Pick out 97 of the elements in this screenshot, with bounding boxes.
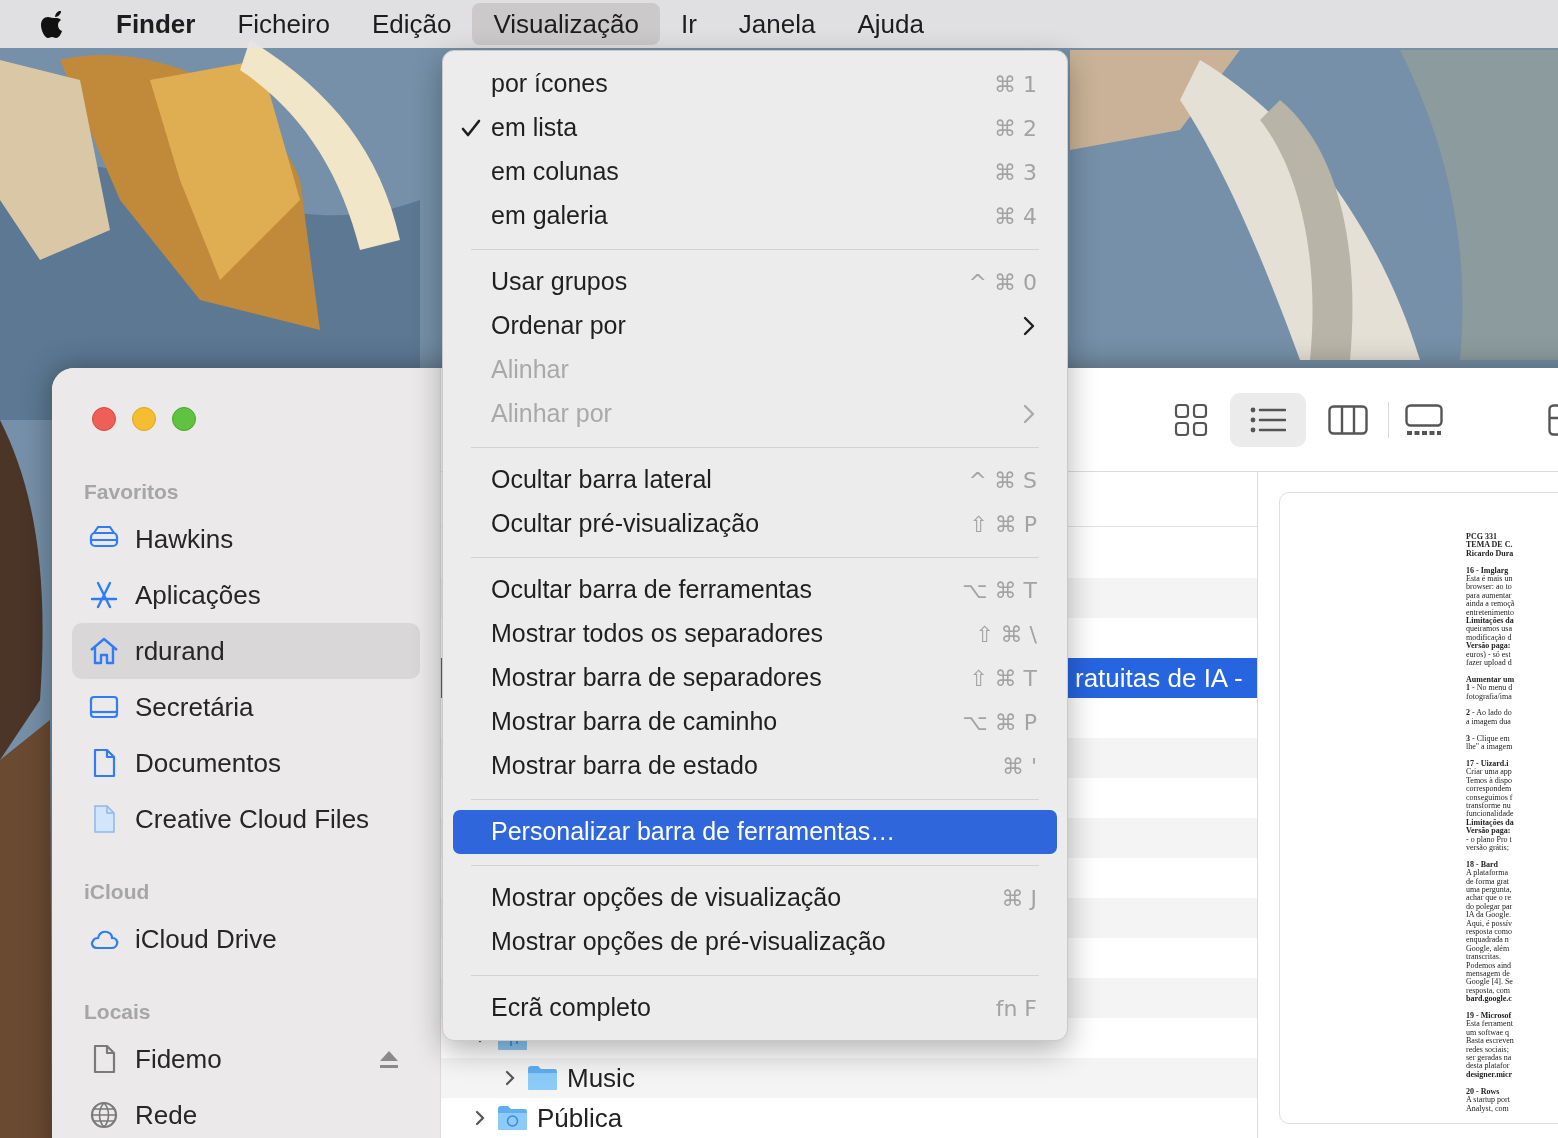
document-text-line: para aumentar — [1466, 591, 1512, 601]
document-text-line: 1 - No menu d — [1466, 684, 1513, 693]
document-text-line: correspondem — [1466, 785, 1512, 794]
document-text-line: uma pergunta, — [1466, 885, 1512, 894]
menu-item-label: Mostrar barra de estado — [491, 750, 759, 782]
menu-item-label: em lista — [491, 112, 579, 144]
document-text-line: funcionalidade — [1466, 810, 1514, 819]
menu-item-label: Mostrar barra de separadores — [491, 662, 823, 694]
section-header: Favoritos — [83, 479, 180, 505]
document-text-line: 2 - Ao lado do — [1466, 709, 1512, 718]
document-text-line: achar que o re — [1466, 894, 1512, 903]
menu-item-label: em colunas — [491, 156, 620, 188]
document-text-line: 16 - Imglarg — [1466, 566, 1509, 575]
menu-item-label: Alinhar — [491, 354, 570, 386]
document-text-line: Basta escreven — [1466, 1037, 1514, 1046]
shortcut-label: ⌘ 1 — [994, 70, 1037, 99]
document-text-line: Podemos aind — [1466, 961, 1512, 970]
document-text-line: resposta como — [1466, 928, 1512, 937]
document-text-line: - o plano Pro t — [1466, 835, 1512, 844]
shortcut-label: ⌘ 2 — [994, 114, 1037, 143]
document-text-line: ainda a remoçã — [1466, 600, 1515, 609]
document-text-line: IA da Google. — [1466, 911, 1512, 920]
document-text-line: Criar uma app — [1466, 768, 1512, 777]
menu-item-label: Mostrar todos os separadores — [491, 618, 825, 650]
document-text-line: bard.google.c — [1466, 995, 1512, 1004]
document-text-line: Limitações da — [1466, 617, 1514, 626]
menu-item-label: Alinhar por — [491, 398, 613, 430]
document-text-line: 19 - Microsof — [1466, 1012, 1512, 1021]
document-text-line: PCG 331 — [1466, 533, 1497, 541]
document-text-line: Versão paga: — [1466, 642, 1511, 651]
document-text-line: 18 - Bard — [1466, 860, 1498, 869]
section-header: Locais — [83, 999, 152, 1025]
document-text-line: browser: ao to — [1466, 583, 1512, 592]
document-text-line: resposta, com — [1466, 986, 1510, 996]
document-text-line: queiramos usa — [1466, 625, 1512, 634]
document-text-line: Aumentar um — [1466, 675, 1515, 684]
document-text-line: versão grátis; — [1466, 843, 1509, 853]
menu-item-label: Usar grupos — [491, 266, 629, 298]
menu-item-label: Mostrar barra de caminho — [491, 706, 779, 738]
shortcut-label: ^ ⌘ 0 — [968, 268, 1037, 297]
document-text-line: entretenimento — [1466, 608, 1514, 617]
document-text-line: Versão paga: — [1466, 827, 1511, 836]
menu-item-label: Ocultar pré-visualização — [491, 508, 761, 540]
document-text-line: Google, além — [1466, 944, 1510, 954]
document-text-line: Aqui, é possív — [1466, 919, 1512, 928]
menu-item-label: Personalizar barra de ferramentas… — [491, 816, 897, 848]
document-text-line: Analyst, com — [1466, 1104, 1509, 1113]
document-text-line: Esta é mais un — [1466, 575, 1513, 583]
document-text-line: Limitações da — [1466, 818, 1514, 828]
document-text-line: 20 - Rows — [1466, 1087, 1500, 1096]
document-text-line: Temos à dispo — [1466, 776, 1513, 786]
document-text-line: fotografia/ima — [1466, 692, 1512, 702]
document-text-line: TEMA DE C. — [1466, 541, 1513, 550]
menu-item-label: Ocultar barra lateral — [491, 464, 713, 496]
menu-item-label: Ecrã completo — [491, 992, 652, 1024]
document-text-line: de forma grat — [1466, 877, 1510, 886]
shortcut-label: ^ ⌘ S — [968, 466, 1037, 495]
document-text-line: euros) - só est — [1466, 650, 1511, 660]
shortcut-label: ⌥ ⌘ P — [962, 708, 1037, 737]
shortcut-label: ⌥ ⌘ T — [962, 576, 1037, 605]
section-header: iCloud — [83, 879, 151, 905]
document-text-line: ser geradas na — [1466, 1054, 1512, 1063]
menu-item-label: Ordenar por — [491, 310, 627, 342]
shortcut-label: ⌘ 4 — [994, 202, 1037, 231]
menu-item-label: Mostrar opções de visualização — [491, 882, 843, 914]
document-text-line: redes sociais; — [1466, 1045, 1509, 1055]
document-text-line: desta platafor — [1466, 1062, 1510, 1071]
document-text-line: Esta ferrament — [1466, 1020, 1513, 1029]
document-text-line: modificação d — [1466, 633, 1512, 643]
shortcut-label: fn F — [995, 994, 1037, 1023]
shortcut-label: ⇧ ⌘ T — [969, 664, 1037, 693]
menu-item-label: Ocultar barra de ferramentas — [491, 574, 813, 606]
document-text-line: designer.micr — [1466, 1070, 1513, 1080]
document-text-line: fazer upload d — [1466, 659, 1512, 668]
shortcut-label: ⌘ J — [1001, 884, 1037, 913]
document-text-line: A plataforma — [1466, 869, 1508, 878]
document-text-line: transforme nu — [1466, 801, 1511, 810]
document-text-line: mensagem de — [1466, 970, 1510, 979]
shortcut-label: ⌘ ' — [1001, 752, 1037, 781]
menu-item-label: por ícones — [491, 68, 609, 100]
document-text-line: 3 - Clique em — [1466, 734, 1510, 744]
menu-item-label: Mostrar opções de pré-visualização — [491, 926, 887, 958]
shortcut-label: ⌘ 3 — [994, 158, 1037, 187]
document-text-line: 17 - Uizard.i — [1466, 759, 1509, 768]
shortcut-label: ⇧ ⌘ \ — [975, 620, 1037, 649]
document-text-line: conseguimos f — [1466, 793, 1513, 802]
document-text-line: A startup port — [1466, 1096, 1510, 1105]
document-text-line: lhe" a imagem — [1466, 743, 1513, 752]
document-text-line: a imagem dua — [1466, 717, 1511, 727]
document-text-line: Ricardo Dura — [1466, 549, 1514, 559]
document-text-line: um softwae q — [1466, 1028, 1510, 1037]
document-text-line: Google [4]. Se — [1466, 978, 1513, 987]
document-text-line: do polegar par — [1466, 902, 1513, 912]
document-text-line: enquadrada n — [1466, 936, 1509, 945]
document-text-line: transcritas. — [1466, 953, 1501, 962]
menu-item-label: em galeria — [491, 200, 609, 232]
shortcut-label: ⇧ ⌘ P — [969, 510, 1037, 539]
